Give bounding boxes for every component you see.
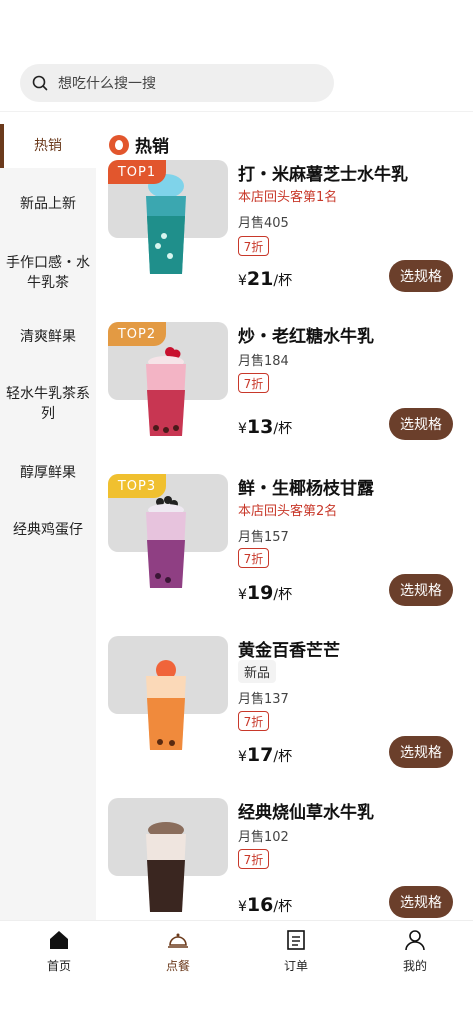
product-image: TOP2 (108, 322, 228, 436)
sidebar-item-new[interactable]: 新品上新 (0, 168, 96, 240)
drink-cup-icon (146, 822, 186, 912)
rank-badge: TOP3 (108, 474, 166, 498)
product-name: 黄金百香芒芒 (238, 641, 340, 661)
currency-symbol: ¥ (238, 899, 247, 915)
sidebar-item-light-milk-tea[interactable]: 轻水牛乳茶系列 (0, 368, 96, 440)
price-unit: /杯 (273, 421, 293, 437)
product-name: 经典烧仙草水牛乳 (238, 803, 374, 823)
user-icon (405, 930, 425, 951)
product-price: ¥17/杯 (238, 744, 292, 766)
section-title: 热销 (109, 132, 169, 157)
price-value: 19 (246, 582, 274, 604)
price-unit: /杯 (273, 749, 293, 765)
monthly-sales: 月售184 (238, 354, 289, 369)
price-unit: /杯 (273, 899, 293, 915)
product-image (108, 636, 228, 750)
tab-home[interactable]: 首页 (29, 929, 89, 974)
sidebar-item-label: 轻水牛乳茶系列 (6, 386, 90, 422)
monthly-sales: 月售157 (238, 530, 289, 545)
currency-symbol: ¥ (238, 749, 247, 765)
search-placeholder: 想吃什么搜一搜 (58, 76, 156, 92)
price-value: 17 (246, 744, 274, 766)
monthly-sales: 月售405 (238, 216, 289, 231)
select-spec-button[interactable]: 选规格 (389, 886, 453, 918)
discount-tag: 7折 (238, 236, 269, 256)
sidebar-item-fresh-fruit[interactable]: 清爽鲜果 (0, 306, 96, 368)
monthly-sales: 月售137 (238, 692, 289, 707)
price-unit: /杯 (273, 273, 293, 289)
new-badge: 新品 (238, 660, 277, 683)
tab-label: 首页 (46, 959, 71, 973)
sidebar-item-handmade[interactable]: 手作口感・水牛乳茶 (0, 240, 96, 306)
discount-tag: 7折 (238, 849, 269, 869)
select-spec-button[interactable]: 选规格 (389, 260, 453, 292)
product-image (108, 798, 228, 912)
fire-icon (109, 134, 129, 155)
currency-symbol: ¥ (238, 587, 247, 603)
tab-label: 订单 (283, 959, 308, 973)
search-header: 想吃什么搜一搜 (0, 0, 473, 112)
sidebar-item-egg-waffle[interactable]: 经典鸡蛋仔 (0, 506, 96, 554)
repeat-customer-label: 本店回头客第1名 (238, 190, 338, 205)
price-value: 16 (246, 894, 274, 916)
product-card[interactable]: TOP2 炒・老红糖水牛乳 月售184 7折 ¥13/杯 选规格 (108, 322, 468, 472)
currency-symbol: ¥ (238, 273, 247, 289)
discount-tag: 7折 (238, 373, 269, 393)
search-icon (32, 75, 48, 91)
product-price: ¥21/杯 (238, 268, 292, 290)
sidebar-item-label: 经典鸡蛋仔 (13, 522, 83, 538)
product-card[interactable]: 黄金百香芒芒 新品 月售137 7折 ¥17/杯 选规格 (108, 636, 468, 786)
sidebar-item-rich-fruit[interactable]: 醇厚鲜果 (0, 440, 96, 506)
product-name: 炒・老红糖水牛乳 (238, 327, 374, 347)
discount-tag: 7折 (238, 711, 269, 731)
tab-profile[interactable]: 我的 (385, 929, 445, 974)
tab-label: 点餐 (165, 959, 190, 973)
tab-orders[interactable]: 订单 (266, 929, 326, 974)
currency-symbol: ¥ (238, 421, 247, 437)
tab-order-food[interactable]: 点餐 (148, 929, 208, 974)
price-value: 21 (246, 268, 274, 290)
search-input[interactable]: 想吃什么搜一搜 (20, 64, 334, 102)
home-icon (50, 931, 68, 949)
product-price: ¥19/杯 (238, 582, 292, 604)
sidebar-item-label: 热销 (34, 138, 62, 154)
product-image: TOP3 (108, 474, 228, 588)
drink-cup-icon (146, 660, 186, 750)
repeat-customer-label: 本店回头客第2名 (238, 504, 338, 519)
rank-badge: TOP1 (108, 160, 166, 184)
product-card[interactable]: TOP1 打・米麻薯芝士水牛乳 本店回头客第1名 月售405 7折 ¥21/杯 … (108, 160, 468, 310)
bottom-tab-bar: 首页 点餐 订单 我的 (0, 920, 473, 1024)
select-spec-button[interactable]: 选规格 (389, 574, 453, 606)
category-sidebar: 热销 新品上新 手作口感・水牛乳茶 清爽鲜果 轻水牛乳茶系列 醇厚鲜果 经典鸡蛋… (0, 124, 96, 920)
price-value: 13 (246, 416, 274, 438)
sidebar-item-label: 清爽鲜果 (20, 329, 76, 345)
section-title-text: 热销 (135, 137, 169, 157)
product-name: 鲜・生椰杨枝甘露 (238, 479, 374, 499)
product-price: ¥16/杯 (238, 894, 292, 916)
rank-badge: TOP2 (108, 322, 166, 346)
sidebar-item-hot[interactable]: 热销 (0, 124, 96, 168)
select-spec-button[interactable]: 选规格 (389, 408, 453, 440)
sidebar-item-label: 手作口感・水牛乳茶 (6, 255, 90, 291)
product-name: 打・米麻薯芝士水牛乳 (238, 165, 408, 185)
discount-tag: 7折 (238, 548, 269, 568)
product-price: ¥13/杯 (238, 416, 292, 438)
sidebar-item-label: 新品上新 (20, 196, 76, 212)
order-icon (287, 930, 305, 950)
sidebar-item-label: 醇厚鲜果 (20, 465, 76, 481)
select-spec-button[interactable]: 选规格 (389, 736, 453, 768)
product-image: TOP1 (108, 160, 228, 274)
product-card[interactable]: TOP3 鲜・生椰杨枝甘露 本店回头客第2名 月售157 7折 ¥19/杯 选规… (108, 474, 468, 624)
monthly-sales: 月售102 (238, 830, 289, 845)
price-unit: /杯 (273, 587, 293, 603)
tab-label: 我的 (402, 959, 427, 973)
cloche-icon (168, 933, 188, 948)
